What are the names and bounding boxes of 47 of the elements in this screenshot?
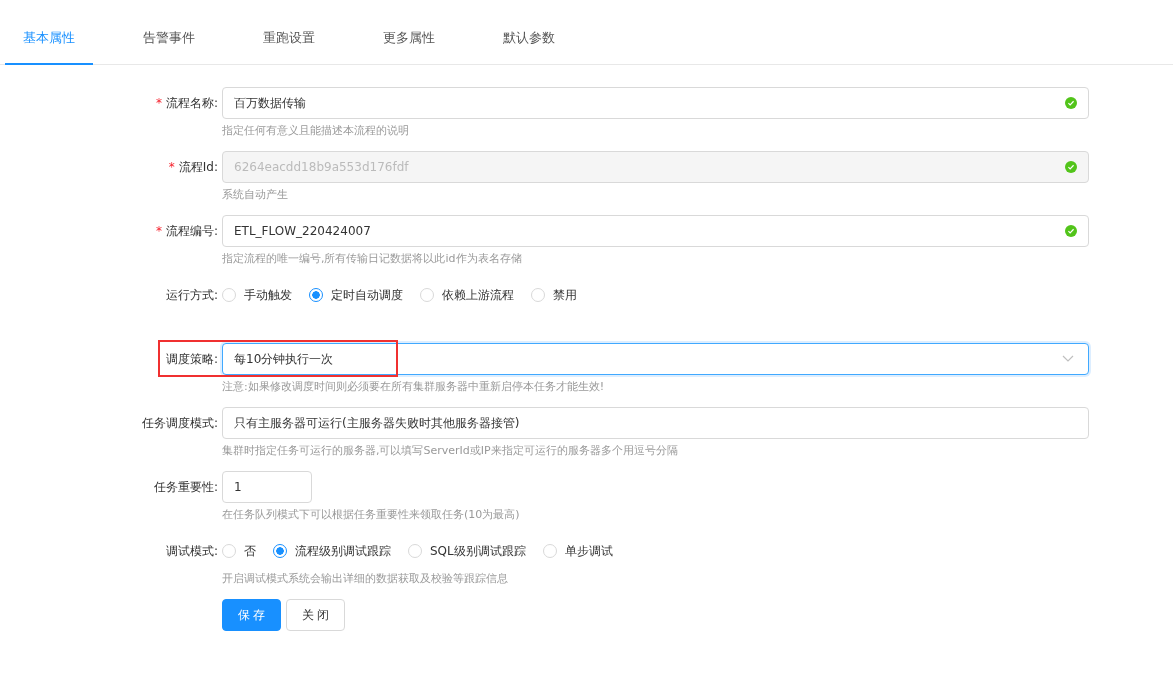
required-asterisk: * <box>155 96 162 110</box>
radio-label[interactable]: 单步调试 <box>564 542 613 560</box>
field-label: 运行方式: <box>165 286 218 304</box>
help-text: 开启调试模式系统会输出详细的数据获取及校验等跟踪信息 <box>222 570 508 586</box>
radio-button[interactable] <box>309 288 323 302</box>
radio-option[interactable]: 依赖上游流程 <box>420 286 514 304</box>
tab[interactable]: 默认参数 <box>485 0 573 65</box>
radio-option[interactable]: 定时自动调度 <box>309 286 403 304</box>
radio-label[interactable]: 流程级别调试跟踪 <box>295 542 391 560</box>
text-field[interactable]: 百万数据传输 <box>222 87 1089 119</box>
help-text: 指定流程的唯一编号,所有传输日记数据将以此id作为表名存储 <box>222 250 522 266</box>
chevron-down-icon <box>1062 355 1074 363</box>
radio-label[interactable]: 依赖上游流程 <box>442 286 514 304</box>
tab[interactable]: 更多属性 <box>365 0 453 65</box>
radio-label[interactable]: SQL级别调试跟踪 <box>430 542 526 560</box>
field-label: 流程Id: <box>178 158 218 176</box>
radio-button[interactable] <box>273 544 287 558</box>
field-label: 任务调度模式: <box>141 414 218 432</box>
field-label: 流程编号: <box>165 222 218 240</box>
text-field[interactable]: ETL_FLOW_220424007 <box>222 215 1089 247</box>
field-label: 任务重要性: <box>153 478 218 496</box>
radio-option[interactable]: 手动触发 <box>222 286 292 304</box>
radio-option[interactable]: 禁用 <box>531 286 577 304</box>
tab[interactable]: 重跑设置 <box>245 0 333 65</box>
help-text: 在任务队列模式下可以根据任务重要性来领取任务(10为最高) <box>222 506 520 522</box>
radio-label[interactable]: 禁用 <box>553 286 577 304</box>
help-text: 注意:如果修改调度时间则必须要在所有集群服务器中重新启停本任务才能生效! <box>222 378 605 394</box>
close-button[interactable]: 关 闭 <box>286 599 345 631</box>
field-label: 流程名称: <box>165 94 218 112</box>
help-text: 指定任何有意义且能描述本流程的说明 <box>222 122 409 138</box>
text-field[interactable]: 只有主服务器可运行(主服务器失败时其他服务器接管) <box>222 407 1089 439</box>
required-asterisk: * <box>155 224 162 238</box>
help-text: 集群时指定任务可运行的服务器,可以填写ServerId或IP来指定可运行的服务器多个用逗号分隔 <box>222 442 678 458</box>
radio-option[interactable]: 单步调试 <box>542 542 613 560</box>
number-field[interactable]: 1 <box>222 471 312 503</box>
radio-option[interactable]: SQL级别调试跟踪 <box>408 542 526 560</box>
tab[interactable]: 告警事件 <box>125 0 213 65</box>
schedule-select[interactable]: 每10分钟执行一次 <box>222 343 1089 375</box>
field-label: 调试模式: <box>165 542 218 560</box>
radio-label[interactable]: 否 <box>244 542 256 560</box>
help-text: 系统自动产生 <box>222 186 288 202</box>
radio-label[interactable]: 手动触发 <box>244 286 292 304</box>
radio-option[interactable]: 否 <box>222 542 256 560</box>
required-asterisk: * <box>168 160 175 174</box>
field-label: 调度策略: <box>165 350 218 368</box>
radio-option[interactable]: 流程级别调试跟踪 <box>273 542 391 560</box>
radio-label[interactable]: 定时自动调度 <box>331 286 403 304</box>
